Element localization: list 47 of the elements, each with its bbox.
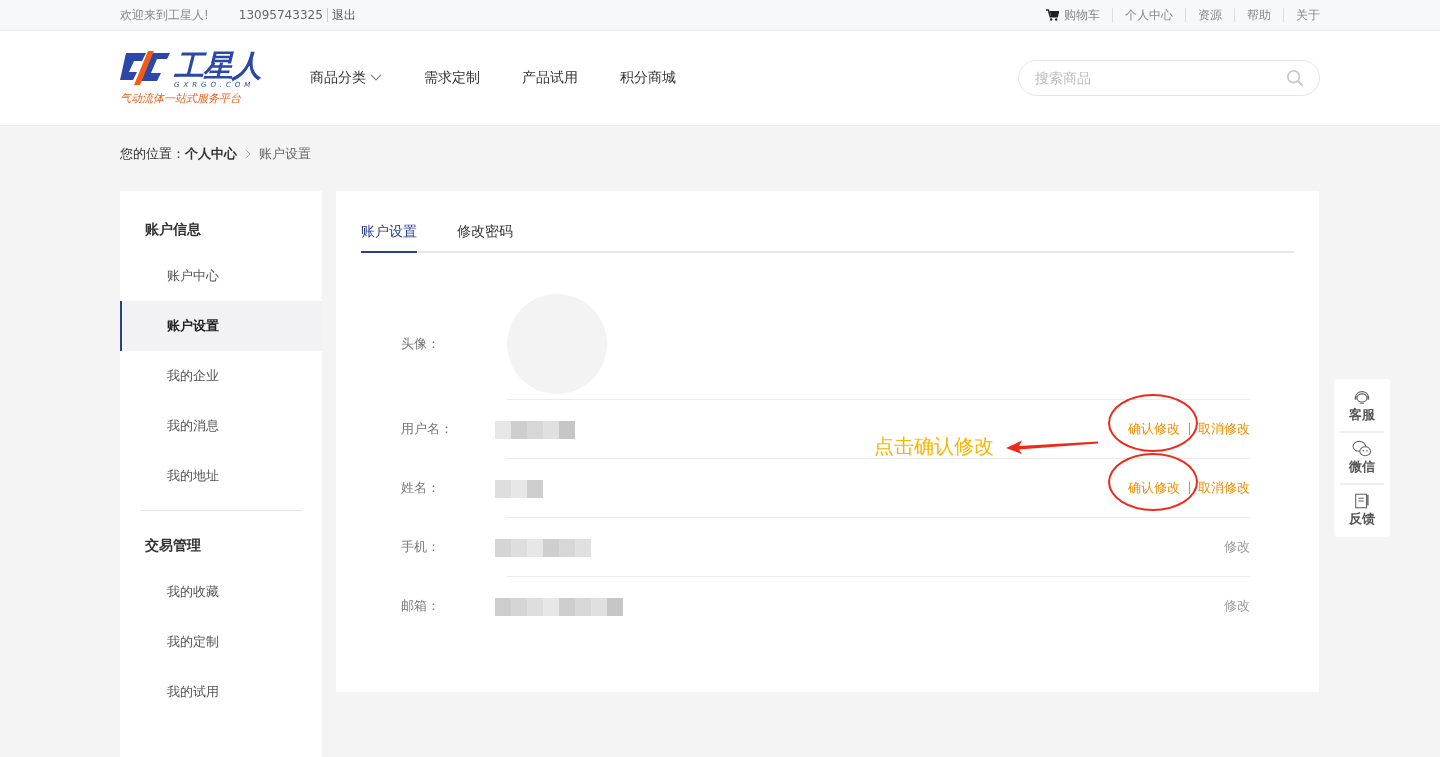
search-field[interactable]: 搜索商品 <box>1018 60 1320 96</box>
logo-slogan: 气动流体一站式服务平台 <box>120 90 242 106</box>
caret-icon <box>370 74 382 82</box>
tab[interactable]: 修改密码 <box>457 215 513 253</box>
top-link[interactable]: 个人中心 <box>1112 8 1185 22</box>
welcome-text: 欢迎来到工星人! <box>120 6 209 24</box>
tab[interactable]: 账户设置 <box>361 215 417 253</box>
nav-link[interactable]: 产品试用 <box>522 69 578 87</box>
sidebar-item[interactable]: 我的定制 <box>120 617 322 667</box>
sidebar-item[interactable]: 我的消息 <box>120 401 322 451</box>
sidebar-item[interactable]: 我的试用 <box>120 667 322 717</box>
breadcrumb-link[interactable]: 个人中心 <box>185 145 237 163</box>
chat-icon <box>1352 440 1372 458</box>
search-icon[interactable] <box>1286 69 1304 87</box>
nav-link[interactable]: 积分商城 <box>620 69 676 87</box>
nav-link[interactable]: 需求定制 <box>424 69 480 87</box>
phone-number: 13095743325 <box>238 8 328 22</box>
sidebar-item[interactable]: 账户设置 <box>120 301 322 351</box>
chevron-icon <box>245 149 251 159</box>
breadcrumb-label: 您的位置： <box>120 145 185 163</box>
headset-icon <box>1352 388 1372 406</box>
top-link[interactable]: 关于 <box>1283 8 1320 22</box>
sidebar-item[interactable]: 我的收藏 <box>120 567 322 617</box>
logout-link[interactable]: 退出 <box>327 6 356 24</box>
logo-mark-icon <box>120 50 172 85</box>
field-label: 头像： <box>401 334 441 353</box>
logo-name: 工星人 <box>174 50 261 81</box>
sidebar-item[interactable]: 我的地址 <box>120 451 322 501</box>
breadcrumb-link[interactable]: 账户设置 <box>259 145 311 163</box>
field-label: 邮箱： <box>401 597 441 615</box>
cart-link[interactable]: 购物车 <box>1034 8 1112 22</box>
field-label: 手机： <box>401 538 441 556</box>
cart-icon <box>1046 9 1059 21</box>
sidebar-heading: 账户信息 <box>144 220 202 239</box>
field-label: 用户名： <box>401 420 454 438</box>
float-button[interactable]: 客服 <box>1334 385 1390 427</box>
sidebar-item[interactable]: 账户中心 <box>120 251 322 301</box>
nav-link[interactable]: 商品分类 <box>310 69 382 87</box>
field-label: 姓名： <box>401 479 441 497</box>
top-link[interactable]: 帮助 <box>1234 8 1283 22</box>
annotation-text: 点击确认修改 <box>874 433 994 460</box>
sidebar-heading: 交易管理 <box>144 536 202 555</box>
notebook-icon <box>1352 492 1372 510</box>
float-button[interactable]: 反馈 <box>1334 489 1390 531</box>
top-link[interactable]: 资源 <box>1185 8 1234 22</box>
sidebar-item[interactable]: 我的企业 <box>120 351 322 401</box>
float-button[interactable]: 微信 <box>1334 437 1390 479</box>
